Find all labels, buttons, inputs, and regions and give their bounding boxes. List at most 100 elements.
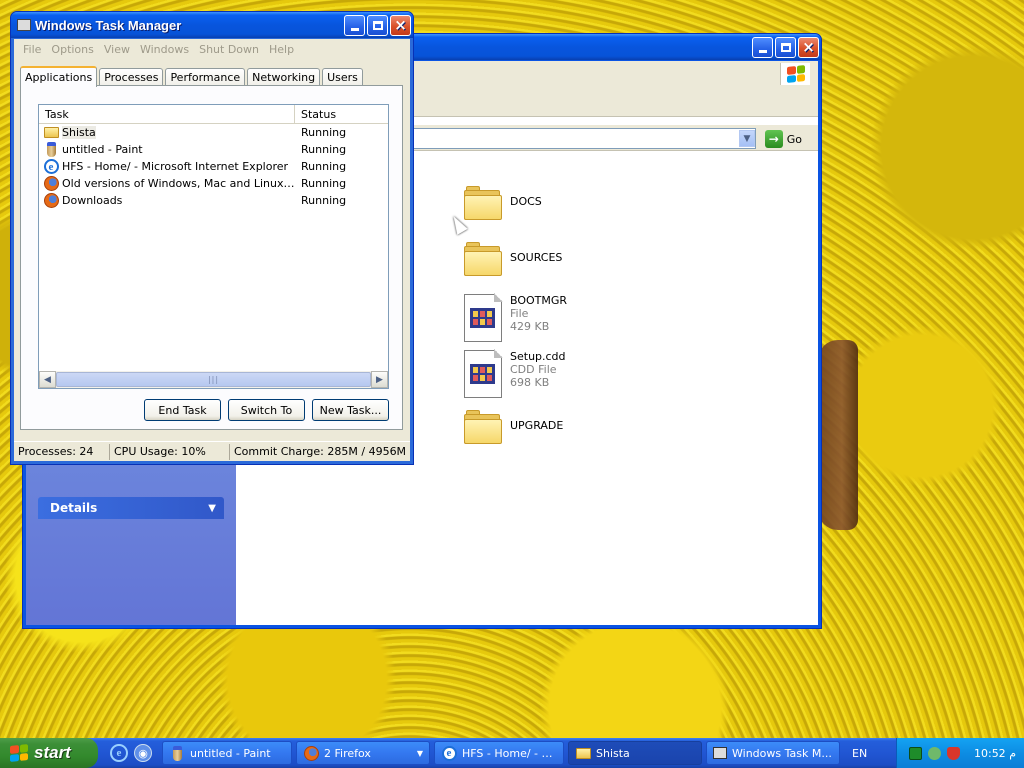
task-manager-client: File Options View Windows Shut Down Help… <box>14 39 410 461</box>
file-name: Setup.cdd <box>510 350 566 363</box>
taskbar-item-label: HFS - Home/ - Mi... <box>462 746 557 760</box>
task-manager-titlebar[interactable]: Windows Task Manager × <box>11 12 413 38</box>
table-row[interactable]: Downloads Running <box>39 192 388 209</box>
maximize-button[interactable] <box>367 14 388 36</box>
status-cpu-usage: CPU Usage: 10% <box>110 443 230 460</box>
tab-processes[interactable]: Processes <box>99 68 164 86</box>
taskbar-item-paint[interactable]: untitled - Paint <box>162 741 292 765</box>
menu-help[interactable]: Help <box>264 43 299 56</box>
taskbar-item-ie[interactable]: e HFS - Home/ - Mi... <box>434 741 564 765</box>
file-item-setup-cdd[interactable]: Setup.cdd CDD File 698 KB <box>464 349 566 398</box>
windows-flag-icon <box>780 63 810 85</box>
system-tray: 10:52 م <box>895 738 1024 768</box>
tab-strip: Applications Processes Performance Netwo… <box>20 64 365 87</box>
scroll-left-icon[interactable]: ◀ <box>39 371 56 388</box>
table-row[interactable]: e HFS - Home/ - Microsoft Internet Explor… <box>39 158 388 175</box>
file-icon <box>464 349 503 398</box>
table-row[interactable]: untitled - Paint Running <box>39 141 388 158</box>
folder-icon <box>464 242 502 276</box>
task-list[interactable]: Task Status Shista Running untitled - Pa… <box>38 104 389 389</box>
task-status: Running <box>301 143 347 156</box>
menu-shut-down[interactable]: Shut Down <box>194 43 264 56</box>
status-processes: Processes: 24 <box>14 443 110 460</box>
taskbar-item-task-manager[interactable]: Windows Task M... <box>706 741 840 765</box>
network-icon[interactable] <box>927 746 941 760</box>
column-header-status[interactable]: Status <box>295 105 388 123</box>
folder-icon <box>464 186 502 220</box>
explorer-close-button[interactable]: × <box>798 36 819 58</box>
close-button[interactable]: × <box>390 14 411 36</box>
minimize-icon <box>758 49 767 53</box>
table-row[interactable]: Old versions of Windows, Mac and Linux S… <box>39 175 388 192</box>
task-name: Downloads <box>62 194 123 207</box>
explorer-maximize-button[interactable] <box>775 36 796 58</box>
tab-applications[interactable]: Applications <box>20 66 98 87</box>
details-panel-header[interactable]: Details ▼ <box>38 497 224 519</box>
task-name: Shista <box>62 126 96 139</box>
quick-launch: e ◉ <box>98 744 162 762</box>
task-status: Running <box>301 160 347 173</box>
file-item-upgrade[interactable]: UPGRADE <box>464 408 563 444</box>
desktop-icon[interactable]: ◉ <box>134 744 152 762</box>
tab-users[interactable]: Users <box>322 68 363 86</box>
file-name: DOCS <box>510 195 542 208</box>
minimize-icon <box>350 27 359 31</box>
menu-file[interactable]: File <box>18 43 46 56</box>
menu-view[interactable]: View <box>99 43 135 56</box>
task-manager-icon <box>17 19 31 31</box>
ie-icon[interactable]: e <box>110 744 128 762</box>
maximize-icon <box>372 20 383 30</box>
taskbar-item-shista[interactable]: Shista <box>568 741 702 765</box>
chevron-down-icon: ▼ <box>208 502 216 514</box>
tab-performance[interactable]: Performance <box>165 68 246 86</box>
explorer-minimize-button[interactable] <box>752 36 773 58</box>
firefox-icon <box>43 176 59 192</box>
column-header-task[interactable]: Task <box>39 105 295 123</box>
taskbar: start e ◉ untitled - Paint 2 Firefox ▼ e… <box>0 738 1024 768</box>
file-item-bootmgr[interactable]: BOOTMGR File 429 KB <box>464 293 568 342</box>
file-size: 429 KB <box>510 320 550 333</box>
task-status: Running <box>301 126 347 139</box>
task-name: HFS - Home/ - Microsoft Internet Explore… <box>62 160 289 173</box>
taskbar-item-label: Shista <box>596 746 630 760</box>
file-name: BOOTMGR <box>510 294 568 307</box>
file-icon <box>464 293 503 342</box>
minimize-button[interactable] <box>344 14 365 36</box>
go-button[interactable]: → Go <box>764 130 802 148</box>
close-icon: × <box>802 37 815 56</box>
windows-logo-icon <box>10 744 28 762</box>
file-item-docs[interactable]: DOCS <box>464 184 542 220</box>
wallpaper-horse <box>818 340 858 530</box>
menu-bar: File Options View Windows Shut Down Help <box>14 39 410 59</box>
taskbar-item-label: untitled - Paint <box>190 746 271 760</box>
go-arrow-icon: → <box>764 130 783 148</box>
start-button[interactable]: start <box>0 738 98 768</box>
menu-windows[interactable]: Windows <box>135 43 194 56</box>
new-task-button[interactable]: New Task... <box>312 399 389 421</box>
applications-panel: Task Status Shista Running untitled - Pa… <box>20 85 403 430</box>
shield-icon[interactable] <box>946 746 960 760</box>
taskbar-item-firefox-group[interactable]: 2 Firefox ▼ <box>296 741 430 765</box>
file-type: File <box>510 307 529 320</box>
ie-icon: e <box>43 159 59 175</box>
language-indicator[interactable]: EN <box>852 747 867 760</box>
scroll-right-icon[interactable]: ▶ <box>371 371 388 388</box>
taskmgr-cpu-icon[interactable] <box>908 746 922 760</box>
file-name: UPGRADE <box>510 419 564 432</box>
table-row[interactable]: Shista Running <box>39 124 388 141</box>
task-list-header: Task Status <box>39 105 388 124</box>
clock[interactable]: 10:52 م <box>974 747 1016 760</box>
firefox-icon <box>43 193 59 209</box>
task-status: Running <box>301 194 347 207</box>
scrollbar-thumb[interactable]: ||| <box>56 372 371 387</box>
start-label: start <box>34 743 71 762</box>
menu-options[interactable]: Options <box>46 43 98 56</box>
chevron-down-icon[interactable]: ▼ <box>739 130 755 147</box>
tab-networking[interactable]: Networking <box>247 68 321 86</box>
file-item-sources[interactable]: SOURCES <box>464 240 562 276</box>
end-task-button[interactable]: End Task <box>144 399 221 421</box>
horizontal-scrollbar[interactable]: ◀ ||| ▶ <box>39 371 388 388</box>
switch-to-button[interactable]: Switch To <box>228 399 305 421</box>
task-name: Old versions of Windows, Mac and Linux S… <box>62 177 295 190</box>
task-manager-window[interactable]: Windows Task Manager × File Options View… <box>10 11 414 465</box>
